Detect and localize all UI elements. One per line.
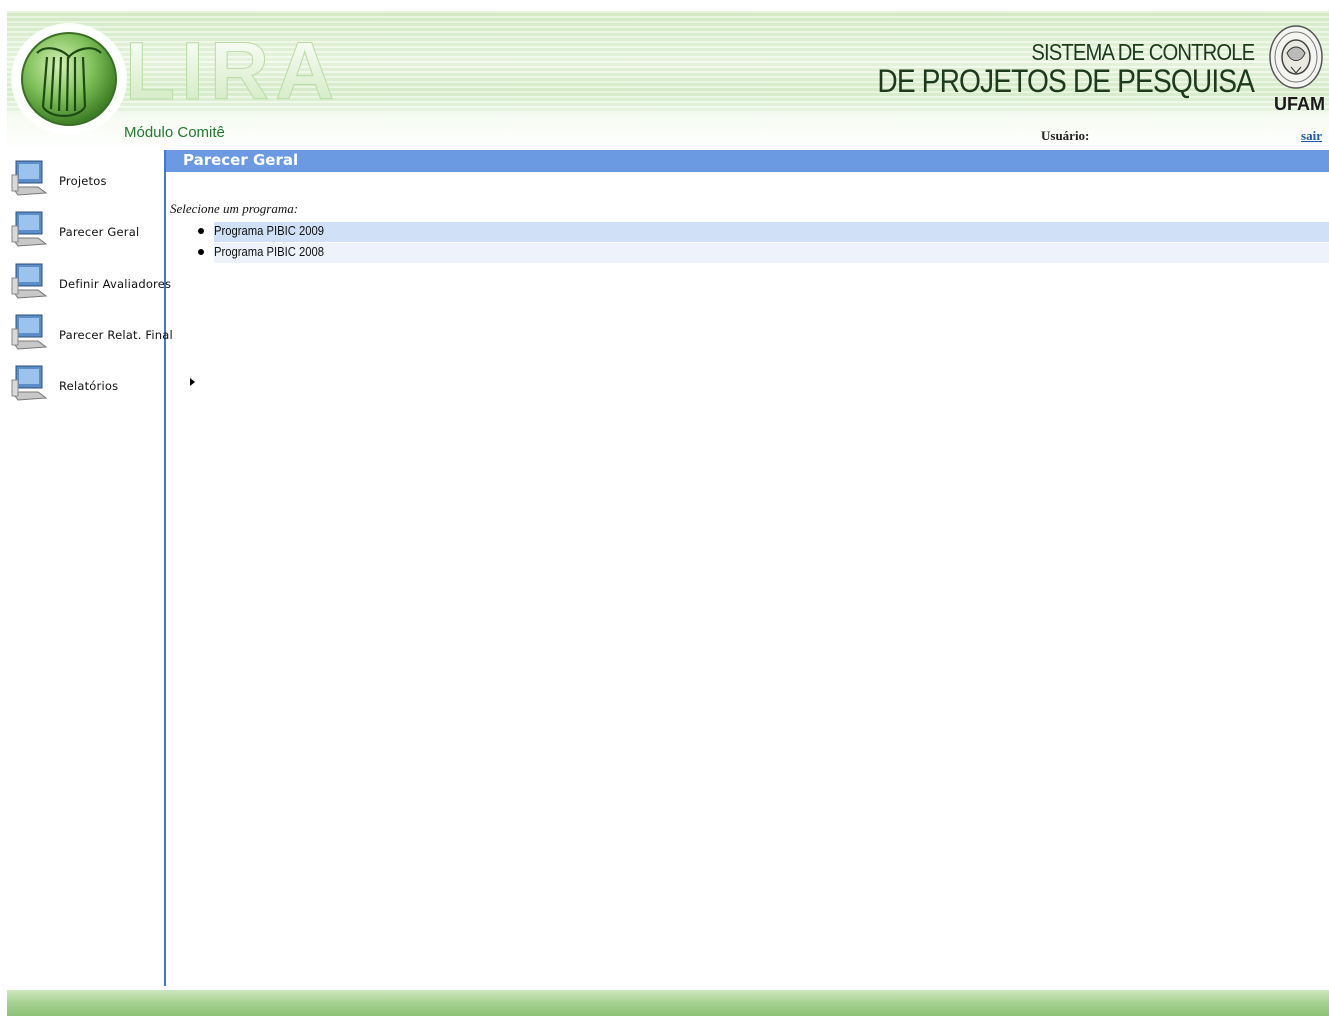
footer-bar [7, 990, 1329, 1016]
system-title-line1: SISTEMA DE CONTROLE [1031, 39, 1255, 65]
program-label: Programa PIBIC 2009 [214, 224, 325, 238]
computer-icon [11, 365, 48, 401]
triangle-right-icon[interactable] [190, 378, 195, 386]
header-banner: LIRA SISTEMA DE CONTROLE DE PROJETOS DE … [7, 11, 1329, 150]
logout-link[interactable]: sair [1301, 128, 1322, 144]
program-list-item[interactable]: Programa PIBIC 2009 [198, 222, 1329, 242]
user-label: Usuário: [1041, 128, 1090, 143]
sidebar-item-label: Definir Avaliadores [59, 277, 172, 291]
program-label: Programa PIBIC 2008 [214, 245, 325, 259]
logo-orb [21, 32, 117, 126]
sidebar-item-definir-avaliadores[interactable]: Definir Avaliadores [7, 258, 171, 299]
institution-label: UFAM [1274, 94, 1325, 114]
sidebar-item-label: Relatórios [59, 379, 119, 393]
sidebar-nav: Projetos Parecer Geral Definir Avaliador… [7, 150, 173, 986]
select-program-prompt: Selecione um programa: [170, 201, 299, 216]
computer-icon [11, 160, 48, 196]
section-header-bar: Parecer Geral [166, 150, 1329, 172]
program-list-item[interactable]: Programa PIBIC 2008 [198, 243, 1329, 263]
sidebar-item-label: Parecer Geral [59, 225, 140, 239]
sidebar-item-label: Parecer Relat. Final [59, 328, 173, 342]
system-title-line2: DE PROJETOS DE PESQUISA [877, 63, 1255, 99]
sidebar-item-parecer-relat-final[interactable]: Parecer Relat. Final [7, 309, 173, 350]
sidebar-item-relatorios[interactable]: Relatórios [7, 360, 164, 401]
bullet-icon [198, 249, 204, 255]
lira-logo: LIRA [11, 23, 340, 135]
sidebar-item-projetos[interactable]: Projetos [7, 155, 164, 196]
lira-logo-text: LIRA [125, 26, 340, 117]
computer-icon [11, 263, 48, 299]
sidebar-item-label: Projetos [59, 174, 107, 188]
page-title: Parecer Geral [183, 151, 299, 169]
computer-icon [11, 211, 48, 247]
module-label: Módulo Comitê [124, 124, 225, 141]
bullet-icon [198, 228, 204, 234]
main-content: Parecer Geral Selecione um programa: Pro… [166, 150, 1329, 986]
computer-icon [11, 314, 48, 350]
sidebar-item-parecer-geral[interactable]: Parecer Geral [7, 206, 164, 247]
ufam-seal-icon [1269, 25, 1323, 89]
